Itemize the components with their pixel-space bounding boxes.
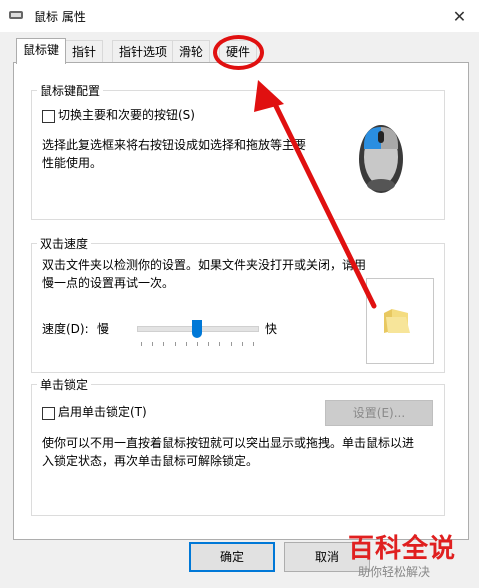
click-lock-settings-button[interactable]: 设置(E)... <box>325 400 433 426</box>
button-config-title: 鼠标键配置 <box>37 82 104 99</box>
click-lock-label: 启用单击锁定(T) <box>58 405 147 419</box>
close-icon: ✕ <box>452 6 467 26</box>
ok-button[interactable]: 确定 <box>189 542 275 572</box>
slider-tick <box>230 342 232 346</box>
watermark-brand: 百科全说 <box>348 534 457 564</box>
folder-icon <box>384 309 410 333</box>
title-bar: 鼠标 属性 ✕ <box>0 0 479 32</box>
window-title: 鼠标 属性 <box>34 10 86 24</box>
click-lock-title: 单击锁定 <box>37 376 92 393</box>
swap-buttons-checkbox[interactable] <box>42 110 55 123</box>
slider-tick <box>141 342 142 346</box>
slider-tick <box>253 342 254 346</box>
double-click-title: 双击速度 <box>37 235 92 252</box>
tab-pointer-options[interactable]: 指针选项 <box>112 40 175 63</box>
slider-tick <box>185 342 187 346</box>
annotation-circle <box>213 35 264 70</box>
slider-tick <box>219 342 221 346</box>
slow-label: 慢 <box>97 322 110 336</box>
swap-buttons-label: 切换主要和次要的按钮(S) <box>58 108 195 122</box>
slider-tick <box>152 342 154 346</box>
speed-label: 速度(D): <box>42 322 89 336</box>
speed-slider-thumb[interactable] <box>192 320 202 338</box>
fast-label: 快 <box>265 322 278 336</box>
mouse-icon <box>359 125 403 193</box>
slider-tick <box>241 342 243 346</box>
swap-buttons-description: 选择此复选框来将右按钮设成如选择和拖放等主要性能使用。 <box>42 138 307 170</box>
slider-tick <box>174 342 176 346</box>
slider-tick <box>208 342 210 346</box>
watermark-slogan: 助你轻松解决 <box>358 565 431 579</box>
click-lock-checkbox[interactable] <box>42 407 55 420</box>
slider-tick <box>197 342 198 346</box>
tab-wheel[interactable]: 滑轮 <box>172 40 211 63</box>
double-click-description: 双击文件夹以检测你的设置。如果文件夹没打开或关闭，请用慢一点的设置再试一次。 <box>42 258 367 290</box>
tab-mouse-buttons[interactable]: 鼠标键 <box>16 38 67 64</box>
mouse-icon <box>9 11 23 19</box>
close-button[interactable]: ✕ <box>440 0 479 32</box>
test-folder-area[interactable] <box>366 278 434 364</box>
watermark: 百科全说 助你轻松解决 <box>348 528 479 588</box>
tab-pointers[interactable]: 指针 <box>65 40 104 63</box>
click-lock-description: 使你可以不用一直按着鼠标按钮就可以突出显示或拖拽。单击鼠标以进入锁定状态，再次单… <box>42 436 415 468</box>
slider-tick <box>163 342 165 346</box>
